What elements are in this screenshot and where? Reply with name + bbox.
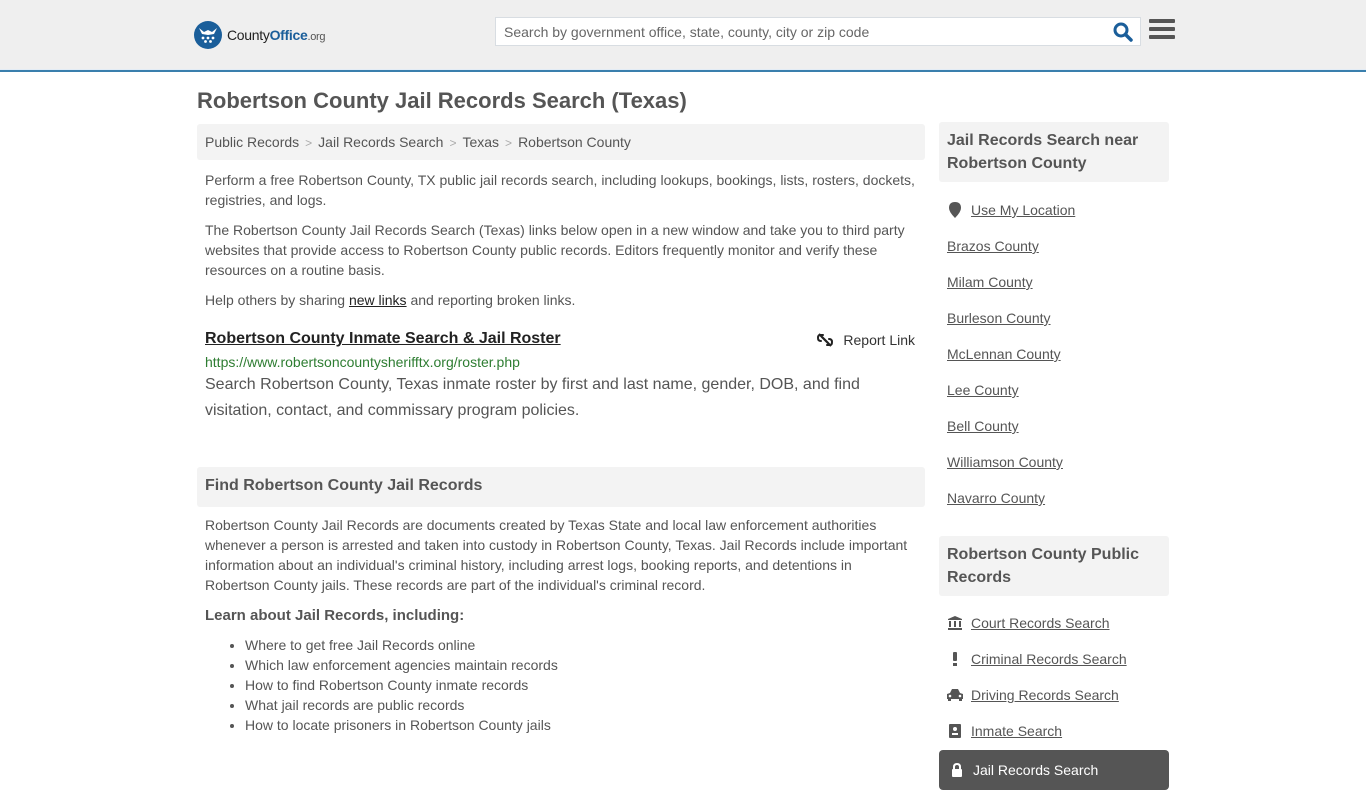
site-header: CountyOffice.org [0,0,1366,72]
breadcrumb-separator: > [305,136,313,150]
use-my-location-link[interactable]: Use My Location [971,202,1075,218]
id-badge-icon [947,724,963,738]
use-location-item: Use My Location [947,192,1169,228]
nearby-county-link[interactable]: McLennan County [947,346,1061,362]
public-records-item: Inmate Search [947,713,1169,749]
nearby-list: Use My Location Brazos County Milam Coun… [947,192,1169,516]
search-icon [1113,22,1133,42]
lock-icon [949,763,965,777]
section-paragraph: Robertson County Jail Records are docume… [205,517,908,593]
new-links-link[interactable]: new links [349,292,407,308]
hamburger-menu-icon[interactable] [1149,19,1175,43]
nearby-item: Bell County [947,408,1169,444]
report-link-button[interactable]: Report Link [817,332,915,348]
nearby-item: Milam County [947,264,1169,300]
nearby-item: Burleson County [947,300,1169,336]
courthouse-icon [947,616,963,630]
court-records-link[interactable]: Court Records Search [971,615,1110,631]
nearby-item: Brazos County [947,228,1169,264]
eagle-logo-icon [194,21,222,49]
intro: Perform a free Robertson County, TX publ… [205,170,920,320]
intro-paragraph: The Robertson County Jail Records Search… [205,222,905,278]
page-title: Robertson County Jail Records Search (Te… [197,88,687,113]
nearby-county-link[interactable]: Milam County [947,274,1033,290]
breadcrumb-public-records[interactable]: Public Records [205,134,299,150]
broken-link-icon [817,333,834,347]
breadcrumb-jail-records-search[interactable]: Jail Records Search [318,134,443,150]
section-body: Robertson County Jail Records are docume… [205,515,920,735]
nearby-county-link[interactable]: Burleson County [947,310,1051,326]
report-link-label: Report Link [843,332,915,348]
nearby-item: Lee County [947,372,1169,408]
search-input[interactable] [496,18,1106,45]
nearby-county-link[interactable]: Bell County [947,418,1019,434]
list-item: How to locate prisoners in Robertson Cou… [245,715,920,735]
nearby-county-link[interactable]: Lee County [947,382,1019,398]
list-item: Which law enforcement agencies maintain … [245,655,920,675]
jail-records-search-active-link[interactable]: Jail Records Search [939,750,1169,790]
list-item: Where to get free Jail Records online [245,635,920,655]
breadcrumb-separator: > [505,136,513,150]
learn-list: Where to get free Jail Records online Wh… [245,635,920,735]
nearby-county-link[interactable]: Navarro County [947,490,1045,506]
nearby-item: Williamson County [947,444,1169,480]
list-item: What jail records are public records [245,695,920,715]
section-heading: Find Robertson County Jail Records [197,467,925,507]
public-records-item: Driving Records Search [947,677,1169,713]
driving-records-link[interactable]: Driving Records Search [971,687,1119,703]
breadcrumb-separator: > [449,136,457,150]
site-logo[interactable]: CountyOffice.org [194,21,326,49]
criminal-records-link[interactable]: Criminal Records Search [971,651,1127,667]
car-icon [947,689,963,701]
exclamation-icon [947,652,963,666]
jail-records-search-label: Jail Records Search [973,762,1099,778]
public-records-item: Court Records Search [947,605,1169,641]
breadcrumb-current: Robertson County [518,134,631,150]
logo-text: CountyOffice.org [227,27,326,43]
learn-heading: Learn about Jail Records, including: [205,607,465,624]
share-links-note: Help others by sharing new links and rep… [205,292,576,308]
inmate-search-link[interactable]: Inmate Search [971,723,1062,739]
public-records-list: Court Records Search Criminal Records Se… [947,605,1169,749]
map-marker-icon [947,202,963,218]
result-description: Search Robertson County, Texas inmate ro… [205,376,860,419]
result-url: https://www.robertsoncountysherifftx.org… [205,354,520,370]
nearby-item: McLennan County [947,336,1169,372]
intro-paragraph: Perform a free Robertson County, TX publ… [205,172,915,208]
breadcrumb-texas[interactable]: Texas [462,134,499,150]
nearby-county-link[interactable]: Brazos County [947,238,1039,254]
result-title-link[interactable]: Robertson County Inmate Search & Jail Ro… [205,330,561,348]
nearby-county-link[interactable]: Williamson County [947,454,1063,470]
public-records-item: Criminal Records Search [947,641,1169,677]
list-item: How to find Robertson County inmate reco… [245,675,920,695]
search-button[interactable] [1106,18,1140,45]
nearby-item: Navarro County [947,480,1169,516]
public-records-heading: Robertson County Public Records [939,536,1169,596]
search-bar [495,17,1141,46]
breadcrumb: Public Records > Jail Records Search > Texas… [197,124,925,160]
result-item: Robertson County Inmate Search & Jail Ro… [205,330,917,424]
nearby-heading: Jail Records Search near Robertson Count… [939,122,1169,182]
